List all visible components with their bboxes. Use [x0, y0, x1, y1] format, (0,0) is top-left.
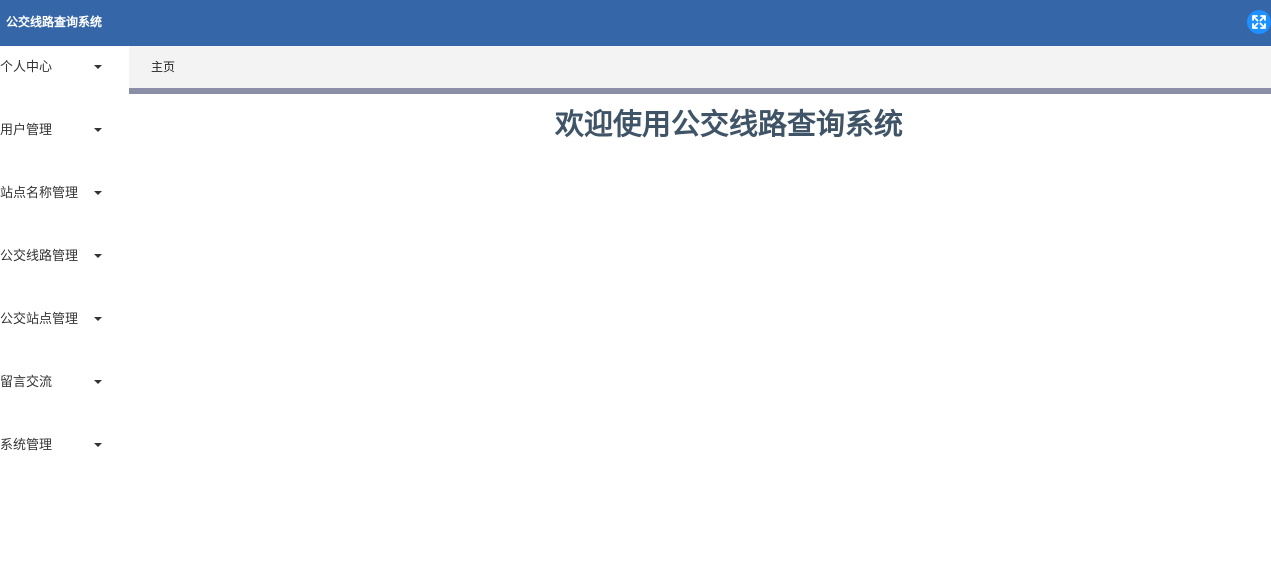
sidebar-item-personal-center[interactable]: 个人中心	[0, 49, 110, 85]
sidebar-item-message-board[interactable]: 留言交流	[0, 364, 110, 400]
app-title: 公交线路查询系统	[6, 15, 103, 29]
sidebar-item-label: 系统管理	[0, 438, 53, 453]
top-header: 公交线路查询系统	[0, 0, 1271, 46]
caret-down-icon	[94, 128, 102, 132]
caret-down-icon	[94, 317, 102, 321]
sidebar-item-system-management[interactable]: 系统管理	[0, 427, 110, 463]
sidebar-item-user-management[interactable]: 用户管理	[0, 112, 110, 148]
sidebar-item-label: 公交站点管理	[0, 312, 79, 327]
caret-down-icon	[94, 254, 102, 258]
tab-home[interactable]: 主页	[151, 59, 175, 75]
sidebar-item-label: 公交线路管理	[0, 249, 79, 264]
caret-down-icon	[94, 191, 102, 195]
welcome-heading: 欢迎使用公交线路查询系统	[554, 107, 903, 141]
sidebar-item-label: 站点名称管理	[0, 186, 79, 201]
caret-down-icon	[94, 380, 102, 384]
caret-down-icon	[94, 443, 102, 447]
tab-bar: 主页	[129, 46, 1271, 88]
fullscreen-button[interactable]	[1247, 10, 1271, 34]
sidebar-item-bus-stop-management[interactable]: 公交站点管理	[0, 301, 110, 337]
sidebar-item-label: 用户管理	[0, 123, 53, 138]
sidebar-item-label: 留言交流	[0, 375, 53, 390]
sidebar-menu: 个人中心 用户管理 站点名称管理 公交线路管理 公交站点管理 留言交流 系统管理	[0, 46, 129, 576]
sidebar-item-label: 个人中心	[0, 60, 53, 75]
caret-down-icon	[94, 65, 102, 69]
sidebar-item-station-name-management[interactable]: 站点名称管理	[0, 175, 110, 211]
sidebar-item-bus-route-management[interactable]: 公交线路管理	[0, 238, 110, 274]
main-content: 欢迎使用公交线路查询系统	[129, 94, 1271, 576]
fullscreen-icon	[1252, 15, 1266, 29]
